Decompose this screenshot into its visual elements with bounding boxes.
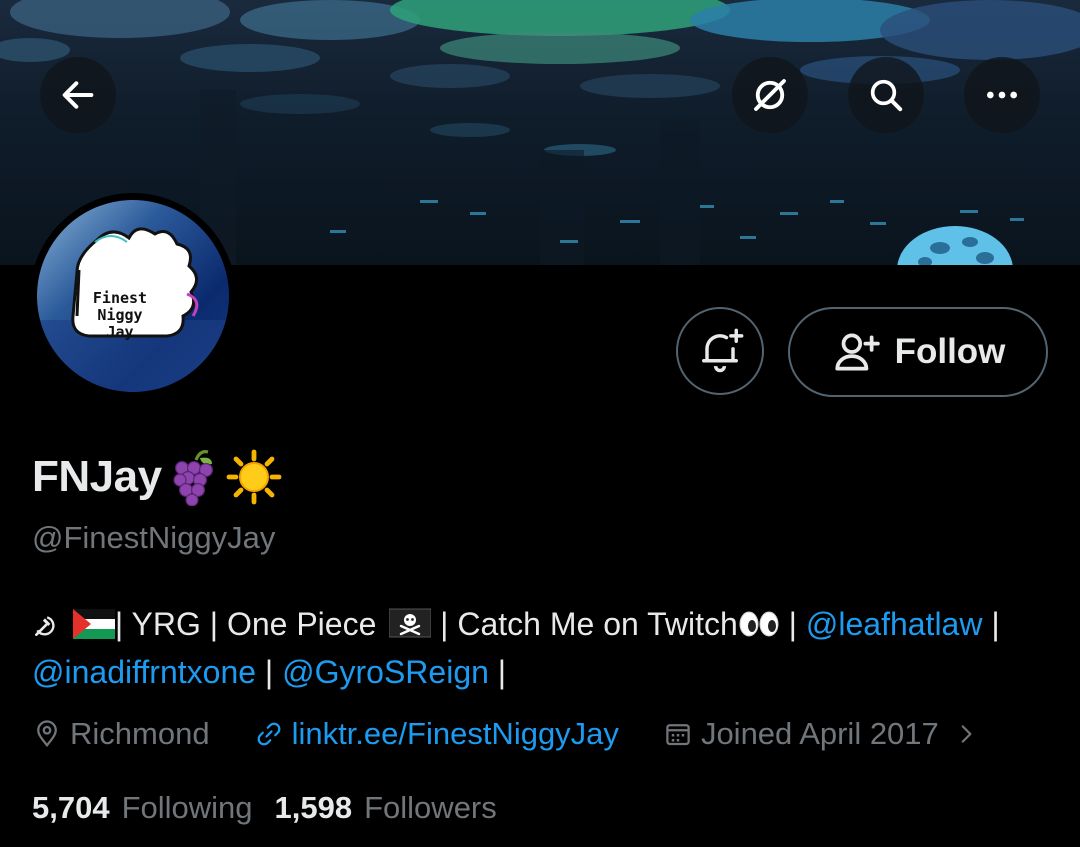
mention-gyrosreign[interactable]: @GyroSReign [282,654,489,690]
palestine-flag-icon [72,606,115,650]
mention-leafhatlaw[interactable]: @leafhatlaw [806,606,983,642]
following-label: Following [121,790,253,825]
location-pin-icon [37,720,57,748]
back-button[interactable] [40,57,116,133]
more-button[interactable] [964,57,1040,133]
eyes-emoji [738,606,780,650]
grok-icon [754,79,786,111]
website-link[interactable]: linktr.ee/FinestNiggyJay [292,716,619,752]
display-name: FNJay [32,452,162,501]
location: Richmond [32,716,210,752]
display-name-row: FNJay [32,448,282,506]
more-horizontal-icon [987,91,1017,99]
bio-text-2: | Catch Me on Twitch [440,606,738,642]
hammer-sickle-icon [32,606,58,650]
follow-label: Follow [894,332,1006,371]
bio-text-1: | YRG | One Piece [114,606,377,642]
bio-separator: | [264,654,274,690]
grapes-emoji [168,448,220,506]
link-icon [257,722,280,746]
bio-line-2: @inadiffrntxone | @GyroSReign | [32,650,1052,694]
follow-button[interactable]: Follow [788,307,1048,397]
bio-separator: | [788,606,797,642]
followers-link[interactable]: 1,598 Followers [275,790,497,826]
chevron-right-icon [961,725,972,743]
profile-handle: @FinestNiggyJay [32,520,276,555]
search-button[interactable] [848,57,924,133]
calendar-icon [666,724,690,746]
avatar-text: Finest Niggy Jay [92,289,148,341]
followers-count: 1,598 [274,790,353,825]
bio-separator: | [497,654,507,690]
arrow-left-icon [62,81,94,109]
location-text: Richmond [70,716,210,751]
profile-bio: | YRG | One Piece | Catch Me on Twitch |… [32,602,1052,694]
search-icon [870,79,903,112]
bell-plus-icon [702,328,744,373]
person-add-icon [834,333,880,371]
grok-button[interactable] [732,57,808,133]
follow-stats: 5,704 Following 1,598 Followers [32,790,497,826]
website[interactable]: linktr.ee/FinestNiggyJay [254,716,619,752]
joined-date[interactable]: Joined April 2017 [663,716,979,752]
pirate-flag-icon [388,606,432,650]
following-count: 5,704 [32,790,110,825]
profile-avatar[interactable]: Finest Niggy Jay [30,193,236,399]
sun-emoji [226,449,282,505]
profile-meta: Richmond linktr.ee/FinestNiggyJay Joined… [32,716,979,752]
mention-inadiffrntxone[interactable]: @inadiffrntxone [32,654,256,690]
joined-text: Joined April 2017 [700,716,939,751]
avatar-image: Finest Niggy Jay [37,200,229,392]
bio-separator: | [991,606,1000,642]
notifications-button[interactable] [676,307,764,395]
following-link[interactable]: 5,704 Following [32,790,253,826]
bio-line-1: | YRG | One Piece | Catch Me on Twitch |… [32,602,1052,650]
followers-label: Followers [364,790,497,825]
